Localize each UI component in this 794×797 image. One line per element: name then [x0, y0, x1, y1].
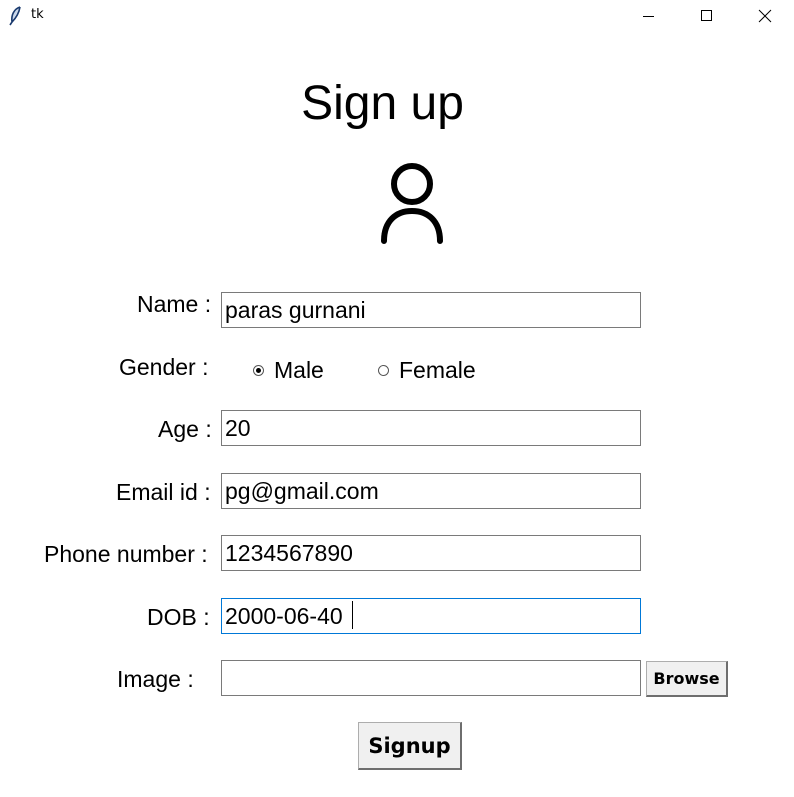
name-input[interactable]: [221, 292, 641, 328]
browse-button[interactable]: Browse: [646, 661, 728, 697]
maximize-button[interactable]: [678, 0, 736, 32]
gender-male-label: Male: [274, 357, 324, 383]
user-avatar-icon: [381, 163, 443, 244]
radio-unchecked-icon: [378, 364, 389, 376]
gender-female-radio[interactable]: Female: [378, 356, 476, 384]
image-label: Image :: [117, 666, 194, 692]
gender-female-label: Female: [399, 357, 476, 383]
radio-checked-icon: [253, 364, 264, 376]
email-input[interactable]: [221, 473, 641, 509]
feather-icon: [9, 6, 21, 26]
phone-input[interactable]: [221, 535, 641, 571]
phone-label: Phone number :: [44, 541, 208, 567]
age-input[interactable]: [221, 410, 641, 446]
minimize-icon: [643, 16, 654, 17]
gender-label: Gender :: [119, 354, 209, 380]
close-button[interactable]: [736, 0, 794, 32]
age-label: Age :: [158, 416, 212, 442]
window-titlebar: tk: [0, 0, 794, 32]
page-title: Sign up: [301, 77, 464, 130]
dob-label: DOB :: [147, 604, 210, 630]
window-title: tk: [31, 7, 44, 22]
minimize-button[interactable]: [620, 0, 678, 32]
name-label: Name :: [137, 291, 212, 317]
email-label: Email id :: [116, 479, 211, 505]
signup-button[interactable]: Signup: [358, 722, 462, 770]
text-cursor: [352, 601, 353, 629]
maximize-icon: [701, 10, 712, 21]
gender-male-radio[interactable]: Male: [253, 356, 324, 384]
image-path-input[interactable]: [221, 660, 641, 696]
close-icon: [758, 9, 772, 23]
dob-input[interactable]: [221, 598, 641, 634]
